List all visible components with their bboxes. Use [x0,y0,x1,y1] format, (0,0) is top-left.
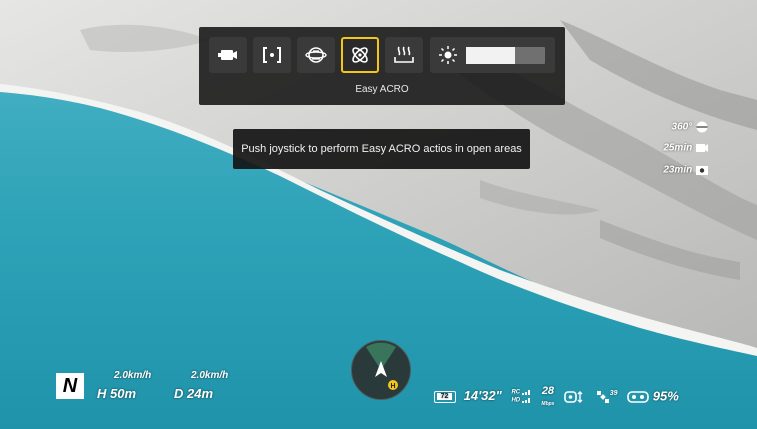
rotation-status: 360° [672,120,709,134]
photo-time-value: 23min [663,164,693,176]
quick-settings-toolbar: Easy ACRO [199,27,565,105]
globe-horizon-icon [305,47,327,63]
goggles-battery: 95% [652,388,679,404]
obstacle-sensing-icon [564,391,583,403]
height-value: 50m [110,386,137,401]
easy-acro-button[interactable] [341,37,379,73]
focus-bracket-icon [263,47,281,63]
focus-frame-button[interactable] [253,37,291,73]
photo-time-status: 23min [663,164,709,176]
rc-label: RC [511,390,521,396]
brightness-fill [466,47,515,64]
status-bar: 72 14'32" RC HD 28 Mbps 39 95% [434,385,679,409]
record-mode-button[interactable] [209,37,247,73]
goggles-icon [627,391,649,403]
brightness-slider[interactable] [466,47,545,64]
mini-map-compass[interactable]: H [351,340,411,400]
satellite-icon [596,391,609,403]
signal-group: RC HD [511,389,531,404]
bitrate-unit: Mbps [541,401,555,407]
vertical-speed: 2.0km/h [191,370,229,381]
flight-time: 14'32" [463,388,502,404]
video-time-value: 25min [663,142,693,154]
acro-orbit-icon [352,47,368,63]
bitrate-value: 28 [541,385,555,397]
brightness-control [430,37,555,73]
horizontal-speed: 2.0km/h [114,370,152,381]
satellite-count: 39 [609,390,618,398]
distance-value: 24m [187,386,214,401]
flight-mode-badge[interactable]: N [56,373,84,399]
sun-icon [439,46,457,64]
horizon-globe-button[interactable] [297,37,335,73]
svg-text:H: H [390,383,395,390]
hd-signal-icon [521,398,530,403]
flip-sphere-icon [696,121,708,133]
compass-radar: H [366,342,398,390]
heating-button[interactable] [385,37,423,73]
aircraft-battery-icon: 72 [434,391,456,403]
battery-label: 72 [437,393,452,400]
height-readout: H 50m [97,386,136,401]
distance-readout: D 24m [174,386,213,401]
bitrate-group: 28 Mbps [541,385,554,409]
video-camera-icon [218,50,237,60]
distance-prefix: D [174,386,184,401]
fpv-screen: Easy ACRO Push joystick to perform Easy … [0,0,757,429]
hint-toast: Push joystick to perform Easy ACRO actio… [233,129,530,169]
mode-label: Easy ACRO [355,84,409,95]
rotation-value: 360° [671,121,693,133]
hd-label: HD [511,397,521,404]
rc-signal-icon [521,390,530,396]
video-time-status: 25min [663,142,709,154]
video-storage-icon [696,144,708,152]
heat-wave-icon [394,46,414,63]
photo-storage-icon [696,166,708,175]
height-prefix: H [97,386,107,401]
